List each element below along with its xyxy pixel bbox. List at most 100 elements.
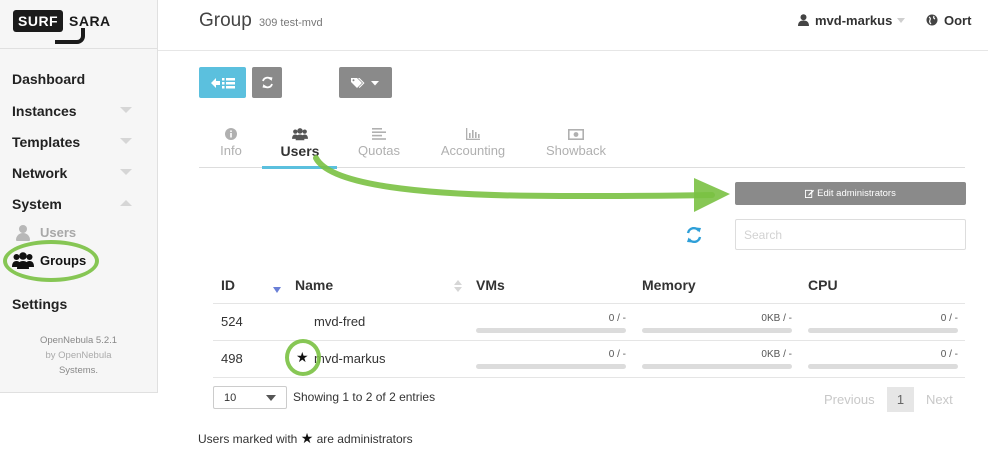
caret-down-icon <box>897 18 906 23</box>
tab-users[interactable]: Users <box>275 126 325 159</box>
column-header-vms[interactable]: VMs <box>476 276 505 294</box>
table-divider <box>213 303 965 304</box>
cell-id: 524 <box>221 314 243 329</box>
annotation-circle-groups <box>3 240 99 282</box>
info-icon <box>225 128 237 140</box>
sidebar-item-network[interactable]: Network <box>12 164 142 182</box>
sidebar: SURF SARA Dashboard Instances Templates … <box>0 0 158 393</box>
quota-text: 0 / - <box>940 313 958 324</box>
tab-label: Info <box>220 143 242 158</box>
progress-bar <box>642 328 792 333</box>
user-icon <box>16 225 30 241</box>
version-by: by OpenNebula <box>45 350 112 361</box>
tab-label: Quotas <box>358 143 400 158</box>
logo-text-sara: SARA <box>69 13 111 29</box>
sidebar-item-system[interactable]: System <box>12 195 142 213</box>
users-icon <box>292 127 308 140</box>
sidebar-item-label: System <box>12 196 62 212</box>
sidebar-divider <box>0 48 157 49</box>
chevron-down-icon <box>120 107 132 113</box>
vms-quota-bar: 0 / - <box>476 349 626 369</box>
refresh-icon <box>261 76 273 89</box>
zone-name: Oort <box>944 13 972 28</box>
progress-bar <box>808 364 958 369</box>
active-tab-indicator <box>262 166 337 169</box>
quota-text: 0 / - <box>608 313 626 324</box>
user-menu[interactable]: mvd-markus <box>798 13 906 28</box>
sort-desc-icon <box>273 287 281 293</box>
cpu-quota-bar: 0 / - <box>808 313 958 333</box>
labels-dropdown-button[interactable] <box>339 67 392 98</box>
caret-down-icon <box>266 394 276 401</box>
column-header-name[interactable]: Name <box>295 276 333 294</box>
column-header-cpu[interactable]: CPU <box>808 276 838 294</box>
next-page-button[interactable]: Next <box>926 392 953 407</box>
table-divider <box>213 377 965 378</box>
version-info: OpenNebula 5.2.1 by OpenNebula Systems. <box>0 333 157 378</box>
progress-bar <box>476 328 626 333</box>
column-header-memory[interactable]: Memory <box>642 276 696 294</box>
column-header-id[interactable]: ID <box>221 276 235 294</box>
version-line: OpenNebula 5.2.1 <box>39 335 118 346</box>
quota-text: 0 / - <box>608 349 626 360</box>
tab-showback[interactable]: Showback <box>543 126 609 159</box>
progress-bar <box>476 364 626 369</box>
edit-administrators-button[interactable]: Edit administrators <box>735 182 966 205</box>
sidebar-item-label: Instances <box>12 103 77 119</box>
annotation-circle-star <box>285 339 321 376</box>
back-to-list-button[interactable] <box>199 67 246 98</box>
user-name: mvd-markus <box>815 13 893 28</box>
search-input[interactable] <box>735 219 966 250</box>
sidebar-item-label: Templates <box>12 134 81 150</box>
quota-text: 0 / - <box>940 349 958 360</box>
refresh-icon[interactable] <box>685 226 703 244</box>
table-divider <box>213 340 965 341</box>
edit-administrators-label: Edit administrators <box>817 188 896 199</box>
sidebar-item-settings[interactable]: Settings <box>12 295 142 313</box>
page-size-select[interactable]: 10 <box>213 386 287 409</box>
sidebar-item-dashboard[interactable]: Dashboard <box>12 70 142 88</box>
sidebar-item-templates[interactable]: Templates <box>12 133 142 151</box>
zone-menu[interactable]: Oort <box>926 13 971 28</box>
memory-quota-bar: 0KB / - <box>642 313 792 333</box>
surfsara-logo[interactable]: SURF SARA <box>13 10 110 44</box>
tags-icon <box>350 77 379 88</box>
tab-accounting[interactable]: Accounting <box>437 126 509 159</box>
back-list-icon <box>210 77 235 88</box>
chevron-down-icon <box>120 138 132 144</box>
edit-icon <box>805 189 815 198</box>
tab-info[interactable]: Info <box>212 126 250 159</box>
quota-text: 0KB / - <box>761 349 792 360</box>
chevron-up-icon <box>120 200 132 206</box>
cell-name: mvd-fred <box>314 314 366 329</box>
progress-bar <box>642 364 792 369</box>
tab-label: Users <box>280 143 320 159</box>
quota-text: 0KB / - <box>761 313 792 324</box>
version-line: Systems. <box>58 365 99 376</box>
money-icon <box>568 128 584 140</box>
chevron-down-icon <box>120 169 132 175</box>
version-line: by OpenNebula <box>0 348 157 363</box>
vms-quota-bar: 0 / - <box>476 313 626 333</box>
previous-page-button[interactable]: Previous <box>824 392 875 407</box>
sort-icon <box>454 280 462 293</box>
note-text-after: are administrators <box>316 432 413 446</box>
entries-info: Showing 1 to 2 of 2 entries <box>293 390 436 404</box>
memory-quota-bar: 0KB / - <box>642 349 792 369</box>
tab-quotas[interactable]: Quotas <box>353 126 405 159</box>
tab-label: Accounting <box>440 143 506 158</box>
cell-name: mvd-markus <box>314 351 386 366</box>
refresh-button[interactable] <box>252 67 282 98</box>
sidebar-item-instances[interactable]: Instances <box>12 102 142 120</box>
note-text-before: Users marked with <box>198 432 298 446</box>
header-divider <box>158 50 988 51</box>
cpu-quota-bar: 0 / - <box>808 349 958 369</box>
page-title: Group <box>199 10 252 31</box>
tab-label: Showback <box>546 143 606 158</box>
admin-star-icon: ★ <box>300 430 314 446</box>
page-size-value: 10 <box>224 391 237 404</box>
page-button-1[interactable]: 1 <box>887 387 914 412</box>
align-left-icon <box>372 128 386 140</box>
sidebar-item-label: Settings <box>12 296 68 312</box>
bar-chart-icon <box>466 128 480 140</box>
